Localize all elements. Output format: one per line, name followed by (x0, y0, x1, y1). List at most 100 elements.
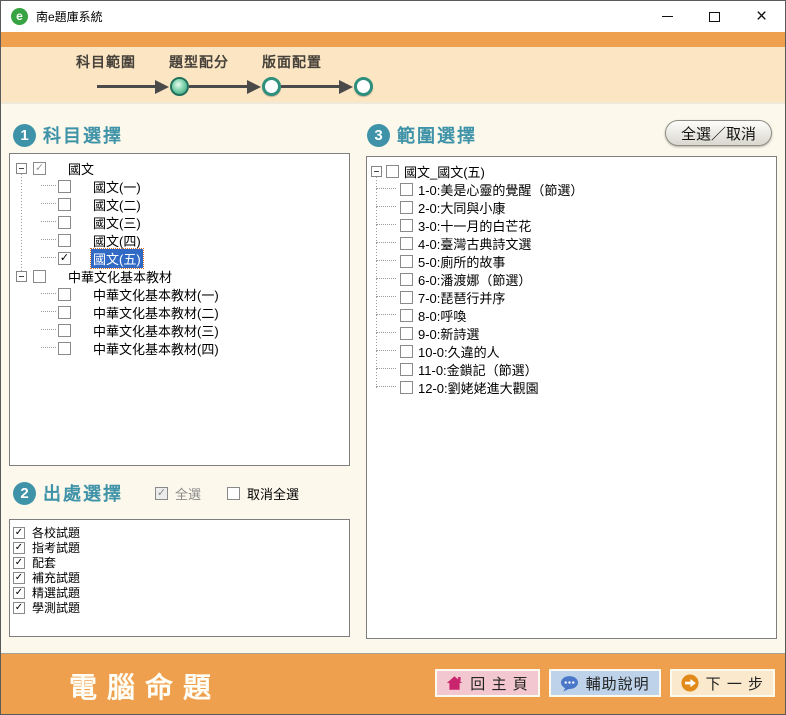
item-checkbox[interactable] (58, 324, 71, 337)
tree-item-label[interactable]: 中華文化基本教材(四) (91, 339, 221, 358)
item-checkbox[interactable] (13, 557, 25, 569)
item-checkbox[interactable] (400, 273, 413, 286)
tree-item[interactable]: 國文(二) (10, 195, 349, 213)
tree-item[interactable]: 中華文化基本教材(二) (10, 303, 349, 321)
tree-item-label[interactable]: 7-0:琵琶行并序 (416, 288, 507, 307)
tree-item-label[interactable]: 6-0:潘渡娜（節選） (416, 270, 533, 289)
collapse-expander-icon[interactable] (16, 271, 27, 282)
tree-item[interactable]: 9-0:新詩選 (367, 324, 776, 342)
item-checkbox[interactable] (58, 306, 71, 319)
tree-item[interactable]: 2-0:大同與小康 (367, 198, 776, 216)
tree-item[interactable]: 國文(一) (10, 177, 349, 195)
tree-item[interactable]: 5-0:廁所的故事 (367, 252, 776, 270)
list-item[interactable]: 指考試題 (13, 540, 349, 555)
tree-item[interactable]: 7-0:琵琶行并序 (367, 288, 776, 306)
tree-item[interactable]: 4-0:臺灣古典詩文選 (367, 234, 776, 252)
tree-item[interactable]: 國文_國文(五) (367, 162, 776, 180)
tree-item[interactable]: 10-0:久違的人 (367, 342, 776, 360)
item-checkbox[interactable] (13, 527, 25, 539)
item-checkbox[interactable] (13, 602, 25, 614)
item-checkbox[interactable] (400, 327, 413, 340)
tree-item[interactable]: 8-0:呼喚 (367, 306, 776, 324)
minimize-button[interactable] (644, 1, 691, 32)
item-checkbox[interactable] (400, 309, 413, 322)
tree-item-label[interactable]: 4-0:臺灣古典詩文選 (416, 234, 533, 253)
item-checkbox[interactable] (400, 381, 413, 394)
list-item[interactable]: 補充試題 (13, 570, 349, 585)
tree-item-label[interactable]: 3-0:十一月的白芒花 (416, 216, 533, 235)
item-checkbox[interactable] (400, 237, 413, 250)
tree-item[interactable]: 國文(四) (10, 231, 349, 249)
tree-item-label[interactable]: 中華文化基本教材 (66, 267, 174, 286)
tree-item-label[interactable]: 國文 (66, 159, 96, 178)
tree-item-label[interactable]: 中華文化基本教材(一) (91, 285, 221, 304)
item-checkbox[interactable] (400, 363, 413, 376)
tree-item[interactable]: 1-0:美是心靈的覺醒（節選） (367, 180, 776, 198)
tree-item-label[interactable]: 12-0:劉姥姥進大觀園 (416, 378, 541, 397)
maximize-button[interactable] (691, 1, 738, 32)
tree-item[interactable]: 中華文化基本教材(四) (10, 339, 349, 357)
item-checkbox[interactable] (58, 198, 71, 211)
list-item[interactable]: 配套 (13, 555, 349, 570)
list-item[interactable]: 學測試題 (13, 600, 349, 615)
tree-item[interactable]: 12-0:劉姥姥進大觀園 (367, 378, 776, 396)
next-step-button[interactable]: 下 一 步 (670, 669, 775, 697)
tree-item-label[interactable]: 國文(二) (91, 195, 143, 214)
list-item-label[interactable]: 學測試題 (30, 599, 82, 616)
item-checkbox[interactable] (13, 542, 25, 554)
item-checkbox[interactable] (13, 572, 25, 584)
tree-item-label[interactable]: 國文(五) (91, 249, 143, 268)
item-checkbox[interactable] (58, 180, 71, 193)
tree-item-label[interactable]: 5-0:廁所的故事 (416, 252, 507, 271)
tree-item-label[interactable]: 國文(三) (91, 213, 143, 232)
help-button[interactable]: 輔助說明 (549, 669, 661, 697)
close-button[interactable] (738, 1, 785, 32)
list-item[interactable]: 各校試題 (13, 525, 349, 540)
item-checkbox[interactable] (386, 165, 399, 178)
tree-item[interactable]: 中華文化基本教材 (10, 267, 349, 285)
select-all-control[interactable]: 全選 (155, 484, 201, 503)
tree-item-label[interactable]: 中華文化基本教材(二) (91, 303, 221, 322)
item-checkbox[interactable] (400, 255, 413, 268)
tree-item[interactable]: 3-0:十一月的白芒花 (367, 216, 776, 234)
item-checkbox[interactable] (400, 201, 413, 214)
tree-item[interactable]: 國文(三) (10, 213, 349, 231)
tree-item[interactable]: 國文 (10, 159, 349, 177)
item-checkbox[interactable] (58, 234, 71, 247)
item-checkbox[interactable] (400, 291, 413, 304)
item-checkbox[interactable] (400, 345, 413, 358)
item-checkbox[interactable] (58, 252, 71, 265)
item-checkbox[interactable] (400, 183, 413, 196)
item-checkbox[interactable] (58, 288, 71, 301)
tree-item-label[interactable]: 國文(一) (91, 177, 143, 196)
collapse-expander-icon[interactable] (16, 163, 27, 174)
collapse-expander-icon[interactable] (371, 166, 382, 177)
item-checkbox[interactable] (58, 342, 71, 355)
tree-item-label[interactable]: 11-0:金鎖記（節選） (416, 360, 540, 379)
tree-item-label[interactable]: 中華文化基本教材(三) (91, 321, 221, 340)
tree-item-label[interactable]: 9-0:新詩選 (416, 324, 481, 343)
select-toggle-all-button[interactable]: 全選／取消 (665, 120, 772, 146)
tree-item-label[interactable]: 2-0:大同與小康 (416, 198, 507, 217)
item-checkbox[interactable] (13, 587, 25, 599)
deselect-all-checkbox[interactable] (227, 487, 240, 500)
item-checkbox[interactable] (33, 162, 46, 175)
item-checkbox[interactable] (58, 216, 71, 229)
tree-item-label[interactable]: 1-0:美是心靈的覺醒（節選） (416, 180, 585, 199)
tree-item[interactable]: 6-0:潘渡娜（節選） (367, 270, 776, 288)
select-all-checkbox[interactable] (155, 487, 168, 500)
home-button[interactable]: 回 主 頁 (435, 669, 539, 697)
list-item[interactable]: 精選試題 (13, 585, 349, 600)
tree-item[interactable]: 中華文化基本教材(三) (10, 321, 349, 339)
item-checkbox[interactable] (33, 270, 46, 283)
tree-item[interactable]: 中華文化基本教材(一) (10, 285, 349, 303)
tree-item-label[interactable]: 國文(四) (91, 231, 143, 250)
item-checkbox[interactable] (400, 219, 413, 232)
tree-item[interactable]: 國文(五) (10, 249, 349, 267)
deselect-all-control[interactable]: 取消全選 (227, 484, 299, 503)
tree-item[interactable]: 11-0:金鎖記（節選） (367, 360, 776, 378)
section-number-badge: 2 (13, 482, 36, 505)
tree-item-label[interactable]: 10-0:久違的人 (416, 342, 502, 361)
tree-item-label[interactable]: 8-0:呼喚 (416, 306, 468, 325)
tree-item-label[interactable]: 國文_國文(五) (402, 162, 487, 181)
